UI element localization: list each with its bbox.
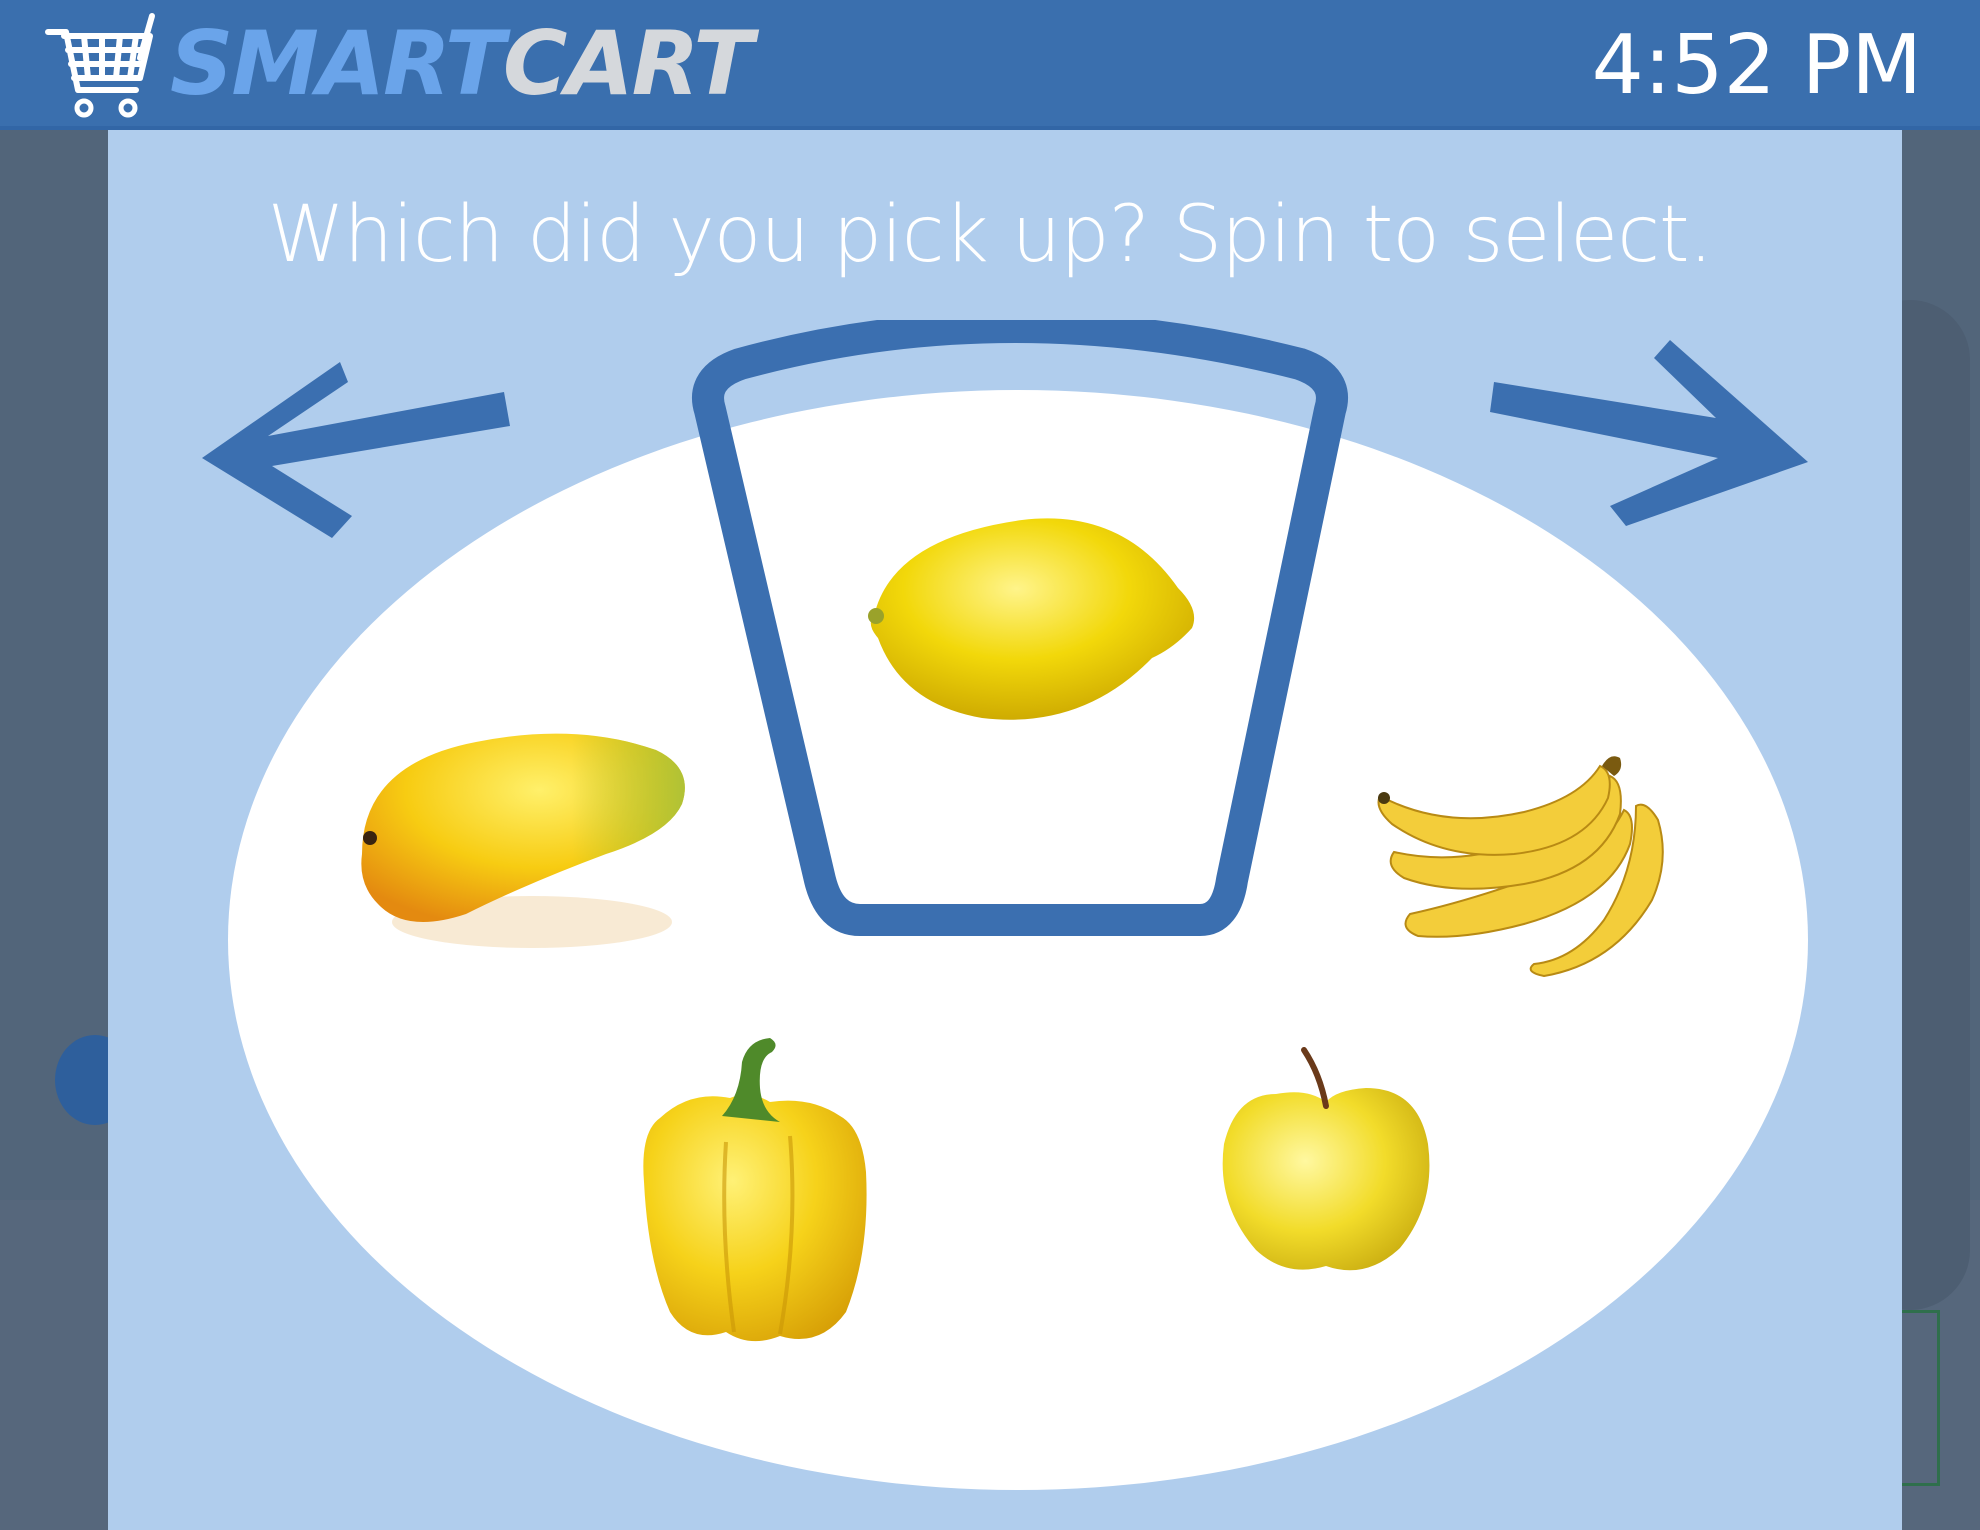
prompt-text: Which did you pick up? Spin to select. — [267, 190, 1714, 280]
banana-icon — [1377, 756, 1664, 978]
carousel-item-apple[interactable] — [1216, 1044, 1436, 1280]
shopping-cart-icon — [45, 13, 155, 118]
arrow-right-icon[interactable] — [1480, 330, 1810, 540]
apple-icon — [1222, 1047, 1430, 1271]
clock: 4:52 PM — [1591, 18, 1922, 113]
header-bar: SMARTCART 4:52 PM — [0, 0, 1980, 130]
lemon-icon — [868, 518, 1195, 720]
brand-secondary: CART — [502, 12, 754, 115]
bell-pepper-icon — [643, 1038, 867, 1342]
carousel-item-mango[interactable] — [356, 724, 692, 960]
brand-primary: SMART — [170, 12, 505, 115]
carousel-item-banana[interactable] — [1374, 750, 1674, 982]
smartcart-screen: SMARTCART 4:52 PM Which did you pick up?… — [0, 0, 1980, 1530]
carousel-item-lemon[interactable] — [862, 498, 1210, 734]
mango-icon — [361, 733, 685, 948]
brand-logo: SMARTCART — [170, 12, 754, 115]
carousel-item-bell-pepper[interactable] — [630, 1032, 872, 1352]
arrow-left-icon[interactable] — [200, 340, 520, 550]
